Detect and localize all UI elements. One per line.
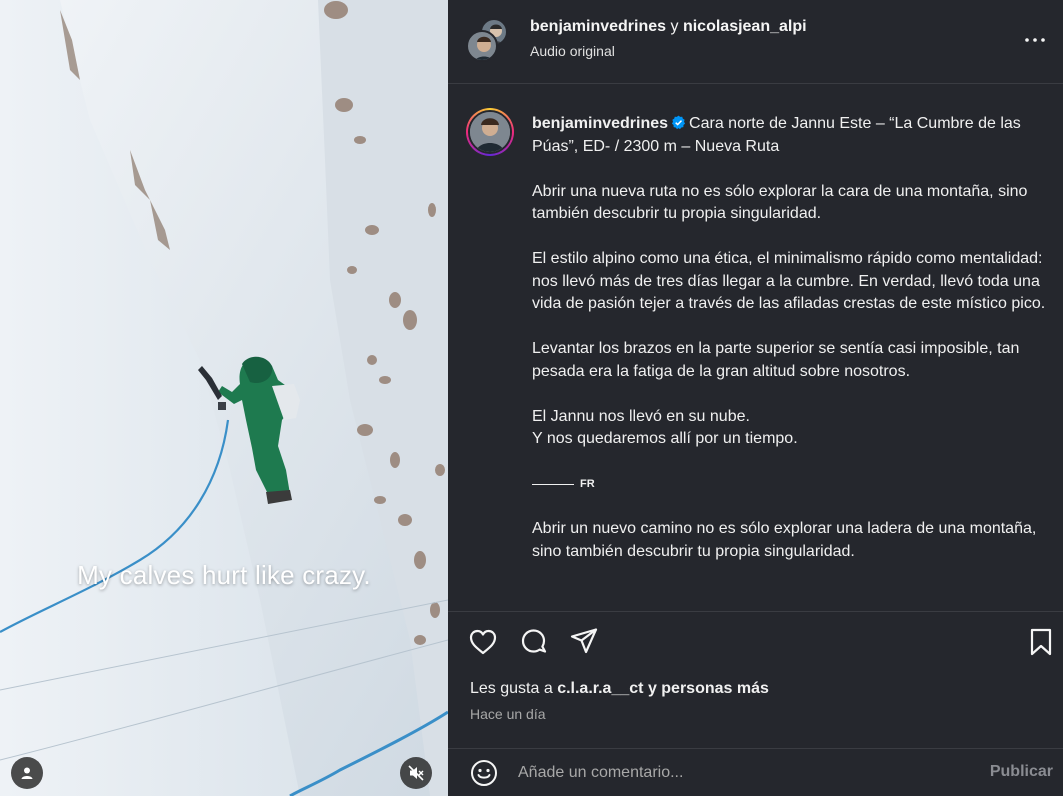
- likes-prefix: Les gusta a: [470, 680, 553, 697]
- post-timestamp[interactable]: Hace un día: [470, 706, 546, 722]
- likes-user[interactable]: c.l.a.r.a__ct: [557, 680, 643, 697]
- author-joiner: y: [670, 18, 679, 35]
- language-divider: FR: [532, 473, 1060, 496]
- smiley-icon[interactable]: [470, 759, 498, 787]
- post-media[interactable]: My calves hurt like crazy.: [0, 0, 448, 796]
- audio-link[interactable]: Audio original: [530, 43, 615, 59]
- caption-fr-paragraph: Abrir un nuevo camino no es sólo explora…: [532, 520, 1037, 560]
- avatar-benjaminvedrines[interactable]: [466, 30, 498, 62]
- ellipsis-icon[interactable]: [1023, 30, 1047, 50]
- video-caption-overlay: My calves hurt like crazy.: [77, 560, 371, 590]
- caption-paragraph-3: Levantar los brazos en la parte superior…: [532, 340, 1020, 380]
- caption-paragraph-2: El estilo alpino como una ética, el mini…: [532, 250, 1046, 312]
- heart-icon[interactable]: [468, 627, 498, 657]
- person-icon: [21, 767, 33, 779]
- likes-suffix[interactable]: y personas más: [648, 680, 769, 697]
- comment-input[interactable]: [518, 759, 978, 787]
- paper-plane-icon[interactable]: [569, 626, 599, 656]
- caption-paragraph-1: Abrir una nueva ruta no es sólo explorar…: [532, 182, 1028, 223]
- post-actions: Les gusta a c.l.a.r.a__ct y personas más…: [448, 611, 1063, 751]
- muted-speaker-icon: [408, 765, 424, 781]
- publish-button[interactable]: Publicar: [990, 763, 1053, 781]
- verified-badge-icon: [671, 115, 686, 130]
- caption-paragraph-4: El Jannu nos llevó en su nube.: [532, 407, 750, 425]
- caption-avatar[interactable]: [466, 108, 514, 156]
- caption-section: benjaminvedrines Cara norte de Jannu Este…: [448, 84, 1063, 610]
- caption-paragraph-5: Y nos quedaremos allí por un tiempo.: [532, 430, 798, 447]
- post-details-panel: benjaminvedrines y nicolasjean_alpi Audi…: [448, 0, 1063, 796]
- author-link-1[interactable]: benjaminvedrines: [530, 18, 666, 35]
- post-header: benjaminvedrines y nicolasjean_alpi Audi…: [448, 0, 1063, 84]
- caption-username[interactable]: benjaminvedrines: [532, 115, 668, 132]
- post-authors: benjaminvedrines y nicolasjean_alpi: [530, 18, 807, 36]
- language-label: FR: [580, 478, 595, 490]
- caption-text: benjaminvedrines Cara norte de Jannu Este…: [532, 113, 1060, 586]
- mute-toggle-button[interactable]: [400, 757, 432, 789]
- author-link-2[interactable]: nicolasjean_alpi: [683, 18, 807, 35]
- climber-photo: [0, 0, 448, 796]
- user-tags-button[interactable]: [11, 757, 43, 789]
- collab-avatars[interactable]: [466, 18, 508, 62]
- bookmark-icon[interactable]: [1026, 627, 1056, 657]
- likes-summary[interactable]: Les gusta a c.l.a.r.a__ct y personas más: [470, 680, 769, 698]
- comment-bubble-icon[interactable]: [519, 627, 549, 657]
- divider-dash: [532, 483, 574, 485]
- comment-bar: Publicar: [448, 748, 1063, 796]
